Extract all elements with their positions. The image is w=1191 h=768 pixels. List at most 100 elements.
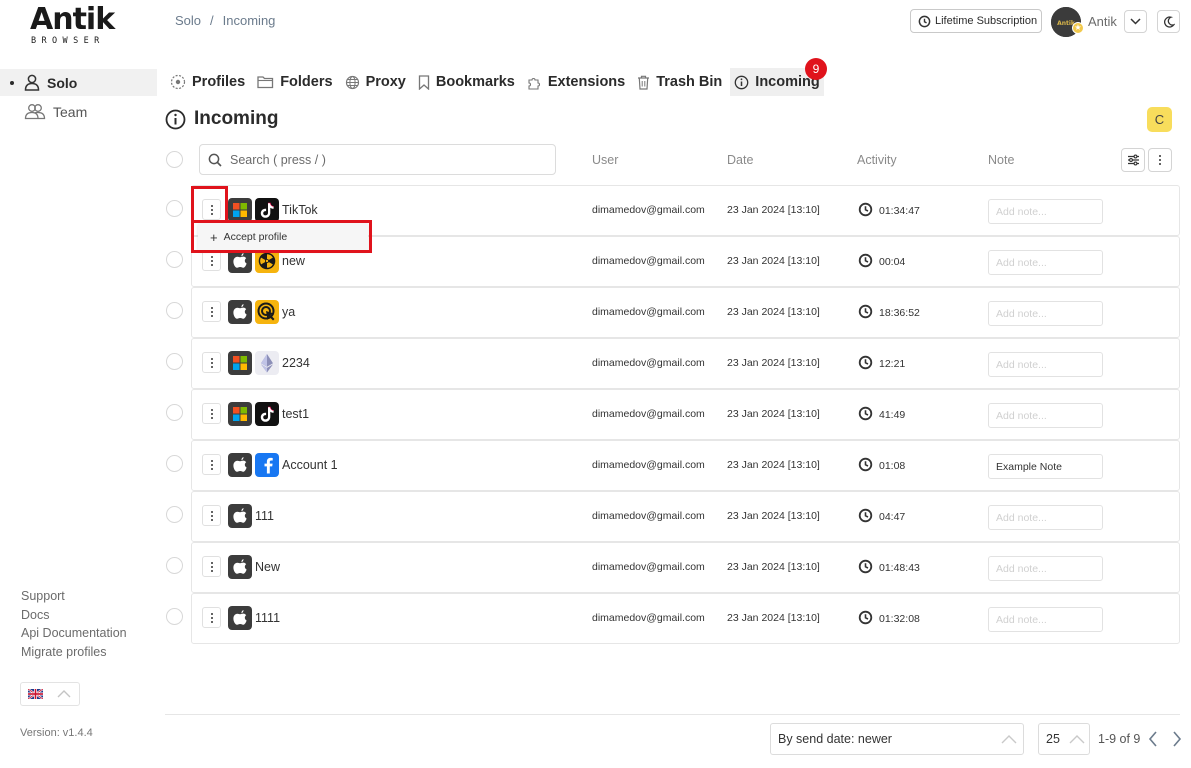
- tab-label: Proxy: [365, 74, 406, 90]
- row-select-checkbox[interactable]: [166, 251, 183, 268]
- note-input[interactable]: [988, 403, 1103, 428]
- column-header-activity[interactable]: Activity: [857, 153, 897, 167]
- row-menu-button[interactable]: [202, 199, 221, 220]
- section-tabs: Profiles Folders Proxy Bookmarks Extensi…: [166, 68, 828, 96]
- page-size-value: 25: [1046, 732, 1060, 746]
- row-user: dimamedov@gmail.com: [592, 612, 705, 624]
- row-menu-button[interactable]: [202, 556, 221, 577]
- note-input[interactable]: [988, 607, 1103, 632]
- apple-os-icon: [228, 606, 252, 630]
- row-menu-button[interactable]: [202, 250, 221, 271]
- chevron-left-icon[interactable]: [1148, 731, 1158, 747]
- migrate-profiles-link[interactable]: Migrate profiles: [21, 643, 127, 662]
- activity-time: 18:36:52: [879, 307, 920, 319]
- chevron-up-icon: [1001, 735, 1017, 744]
- table-row[interactable]: New dimamedov@gmail.com 23 Jan 2024 [13:10…: [191, 542, 1180, 593]
- row-menu-button[interactable]: [202, 454, 221, 475]
- row-menu-button[interactable]: [202, 607, 221, 628]
- row-menu-button[interactable]: [202, 352, 221, 373]
- breadcrumb-solo[interactable]: Solo: [175, 13, 201, 28]
- row-select-checkbox[interactable]: [166, 506, 183, 523]
- theme-toggle-button[interactable]: [1157, 10, 1180, 33]
- language-selector[interactable]: [20, 682, 80, 706]
- tab-profiles[interactable]: Profiles: [166, 68, 249, 96]
- note-input[interactable]: [988, 505, 1103, 530]
- tab-label: Bookmarks: [435, 74, 515, 90]
- dot: [210, 408, 213, 411]
- dot: [210, 416, 213, 419]
- row-activity: 01:48:43: [858, 559, 920, 577]
- activity-time: 04:47: [879, 511, 906, 523]
- note-input[interactable]: [988, 199, 1103, 224]
- folder-icon: [257, 76, 274, 89]
- table-row[interactable]: test1 dimamedov@gmail.com 23 Jan 2024 [13:…: [191, 389, 1180, 440]
- column-header-date[interactable]: Date: [727, 153, 753, 167]
- row-select-checkbox[interactable]: [166, 404, 183, 421]
- clock-icon: [858, 406, 879, 424]
- row-user: dimamedov@gmail.com: [592, 459, 705, 471]
- page-title-text: Incoming: [194, 108, 279, 129]
- sidebar-item-team[interactable]: Team: [0, 98, 157, 125]
- sort-select[interactable]: By send date: newer: [770, 723, 1024, 755]
- chevron-up-icon: [57, 690, 71, 698]
- search-input[interactable]: [230, 152, 530, 167]
- row-select-checkbox[interactable]: [166, 200, 183, 217]
- column-header-user[interactable]: User: [592, 153, 618, 167]
- chevron-right-icon[interactable]: [1172, 731, 1182, 747]
- tab-bookmarks[interactable]: Bookmarks: [414, 68, 519, 96]
- row-menu-button[interactable]: [202, 505, 221, 526]
- dot: [210, 510, 213, 513]
- table-row[interactable]: ya dimamedov@gmail.com 23 Jan 2024 [13:10]…: [191, 287, 1180, 338]
- column-header-note[interactable]: Note: [988, 153, 1014, 167]
- support-link[interactable]: Support: [21, 587, 127, 606]
- refresh-button[interactable]: C: [1147, 107, 1172, 132]
- tab-proxy[interactable]: Proxy: [341, 68, 410, 96]
- profile-name: 2234: [282, 356, 310, 370]
- tab-extensions[interactable]: Extensions: [523, 68, 629, 96]
- more-options-button[interactable]: [1148, 148, 1172, 172]
- windows-os-icon: [228, 351, 252, 375]
- table-row[interactable]: Account 1 dimamedov@gmail.com 23 Jan 2024 …: [191, 440, 1180, 491]
- table-row[interactable]: 111 dimamedov@gmail.com 23 Jan 2024 [13:10…: [191, 491, 1180, 542]
- page-size-select[interactable]: 25: [1038, 723, 1090, 755]
- dot: [210, 263, 213, 266]
- select-all-checkbox[interactable]: [166, 151, 183, 168]
- note-input[interactable]: [988, 301, 1103, 326]
- dot: [210, 259, 213, 262]
- accept-profile-menu-item[interactable]: Accept profile: [224, 231, 288, 243]
- row-date: 23 Jan 2024 [13:10]: [727, 408, 820, 420]
- row-user: dimamedov@gmail.com: [592, 255, 705, 267]
- row-select-checkbox[interactable]: [166, 608, 183, 625]
- row-menu-button[interactable]: [202, 301, 221, 322]
- user-name: Antik: [1088, 14, 1117, 29]
- windows-os-icon: [228, 402, 252, 426]
- profile-name: 111: [255, 509, 275, 523]
- clock-icon: [918, 15, 931, 27]
- note-input[interactable]: [988, 352, 1103, 377]
- row-select-checkbox[interactable]: [166, 557, 183, 574]
- note-input[interactable]: [988, 250, 1103, 275]
- row-select-checkbox[interactable]: [166, 302, 183, 319]
- tab-folders[interactable]: Folders: [253, 68, 336, 96]
- dot: [210, 255, 213, 258]
- filter-settings-button[interactable]: [1121, 148, 1145, 172]
- antik-browser-logo[interactable]: Antik BROWSER: [30, 5, 126, 47]
- logo-subtitle: BROWSER: [31, 36, 105, 46]
- radiation-icon: [255, 249, 279, 273]
- table-row[interactable]: 1111 dimamedov@gmail.com 23 Jan 2024 [13:1…: [191, 593, 1180, 644]
- user-menu-button[interactable]: [1124, 10, 1147, 33]
- sidebar-item-solo[interactable]: Solo: [0, 69, 157, 96]
- api-documentation-link[interactable]: Api Documentation: [21, 624, 127, 643]
- row-select-checkbox[interactable]: [166, 353, 183, 370]
- uk-flag-icon: [28, 689, 43, 699]
- dot: [210, 310, 213, 313]
- docs-link[interactable]: Docs: [21, 606, 127, 625]
- tab-trash-bin[interactable]: Trash Bin: [633, 68, 726, 96]
- table-row[interactable]: 2234 dimamedov@gmail.com 23 Jan 2024 [13:1…: [191, 338, 1180, 389]
- lifetime-subscription-button[interactable]: Lifetime Subscription: [910, 9, 1042, 33]
- row-select-checkbox[interactable]: [166, 455, 183, 472]
- note-input[interactable]: [988, 454, 1103, 479]
- note-input[interactable]: [988, 556, 1103, 581]
- subscription-label: Lifetime Subscription: [935, 15, 1038, 27]
- row-menu-button[interactable]: [202, 403, 221, 424]
